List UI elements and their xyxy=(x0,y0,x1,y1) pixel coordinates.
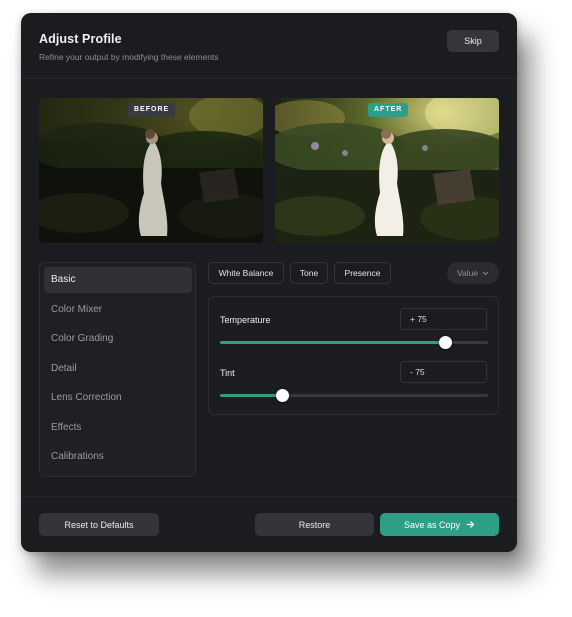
value-select[interactable]: Value xyxy=(447,262,499,284)
before-preview: BEFORE xyxy=(39,98,263,243)
sidebar-item-calibrations[interactable]: Calibrations xyxy=(44,444,192,470)
tint-value-field[interactable]: - 75 xyxy=(400,361,487,383)
before-photo xyxy=(39,98,263,243)
dialog-title: Adjust Profile xyxy=(39,32,122,46)
sidebar-item-color-mixer[interactable]: Color Mixer xyxy=(44,297,192,323)
temperature-slider[interactable] xyxy=(220,336,488,349)
reset-to-defaults-button[interactable]: Reset to Defaults xyxy=(39,513,159,536)
tab-white-balance[interactable]: White Balance xyxy=(208,262,284,284)
sidebar-item-color-grading[interactable]: Color Grading xyxy=(44,326,192,352)
temperature-slider-fill xyxy=(220,341,446,344)
tab-presence[interactable]: Presence xyxy=(334,262,391,284)
sidebar-item-basic[interactable]: Basic xyxy=(44,267,192,293)
arrow-right-icon xyxy=(466,521,475,528)
tint-slider-thumb[interactable] xyxy=(275,389,289,402)
save-as-copy-button[interactable]: Save as Copy xyxy=(380,513,499,536)
save-as-copy-label: Save as Copy xyxy=(403,519,461,530)
dialog-subtitle: Refine your output by modifying these el… xyxy=(39,52,219,62)
white-balance-panel: Temperature + 75 Tint - 75 xyxy=(208,296,499,415)
tint-slider-fill xyxy=(220,394,282,397)
before-badge: BEFORE xyxy=(128,103,176,117)
temperature-slider-thumb[interactable] xyxy=(439,336,453,349)
sidebar-item-lens-correction[interactable]: Lens Correction xyxy=(44,385,192,411)
restore-button[interactable]: Restore xyxy=(255,513,374,536)
tab-tone[interactable]: Tone xyxy=(290,262,328,284)
tint-label: Tint xyxy=(220,368,235,378)
sidebar-item-effects[interactable]: Effects xyxy=(44,415,192,441)
sidebar-item-detail[interactable]: Detail xyxy=(44,356,192,382)
after-photo xyxy=(275,98,499,243)
dialog-footer: Reset to Defaults Restore Save as Copy xyxy=(21,496,517,552)
adjust-profile-dialog: Adjust Profile Refine your output by mod… xyxy=(21,13,517,552)
after-preview: AFTER xyxy=(275,98,499,243)
value-select-label: Value xyxy=(456,268,479,278)
after-badge: AFTER xyxy=(368,103,409,117)
skip-button[interactable]: Skip xyxy=(447,30,499,52)
dialog-header: Adjust Profile Refine your output by mod… xyxy=(21,13,517,79)
chevron-down-icon xyxy=(482,271,489,275)
temperature-label: Temperature xyxy=(220,315,271,325)
adjustment-sidebar: Basic Color Mixer Color Grading Detail L… xyxy=(39,262,196,477)
temperature-value-field[interactable]: + 75 xyxy=(400,308,487,330)
tint-slider[interactable] xyxy=(220,389,488,402)
